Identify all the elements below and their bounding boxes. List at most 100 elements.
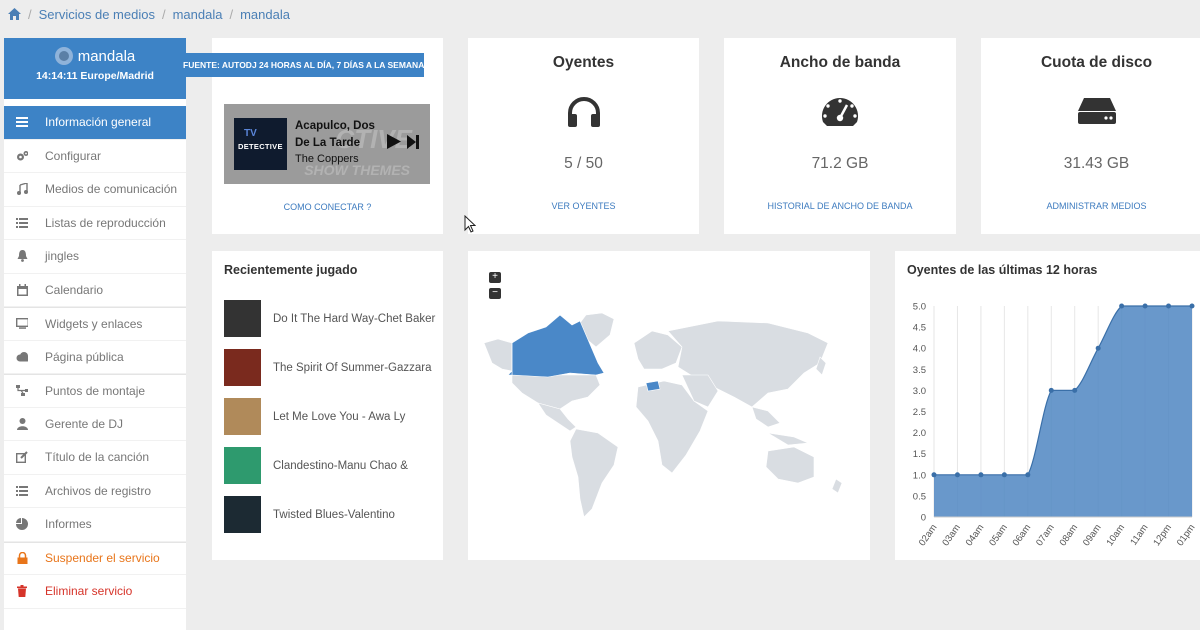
y-tick-label: 4.5 [913, 323, 926, 334]
sidebar-item-suspend[interactable]: Suspender el servicio [4, 541, 186, 575]
sidebar-item-reports[interactable]: Informes [4, 508, 186, 542]
x-tick-label: 11am [1128, 522, 1150, 547]
recently-played-card: Recientemente jugado Do It The Hard Way-… [212, 251, 443, 560]
player-widget: CTIVE SHOW THEMES TV DETECTIVE Acapulco,… [224, 104, 430, 184]
headphones-icon [567, 97, 600, 127]
track-thumbnail [224, 496, 261, 533]
sidebar-item-overview[interactable]: Información general [4, 106, 186, 140]
sidebar-item-label: Eliminar servicio [45, 584, 133, 599]
disk-quota-title: Cuota de disco [1040, 54, 1153, 71]
disk-quota-card: Cuota de disco 31.43 GB ADMINISTRAR MEDI… [981, 38, 1200, 234]
bars-icon [16, 116, 28, 128]
sidebar-item-widgets[interactable]: Widgets y enlaces [4, 307, 186, 341]
recently-played-title: Recientemente jugado [224, 263, 358, 277]
source-badge: FUENTE: AUTODJ 24 HORAS AL DÍA, 7 DÍAS A… [180, 53, 424, 77]
sidebar-item-jingles[interactable]: jingles [4, 240, 186, 274]
album-art-text: DETECTIVE [238, 142, 283, 151]
y-tick-label: 4.0 [913, 344, 926, 355]
chart-area [934, 306, 1192, 517]
sidebar-item-delete[interactable]: Eliminar servicio [4, 575, 186, 609]
gears-icon [16, 150, 28, 162]
list-item: Twisted Blues-Valentino [224, 496, 395, 533]
chart-point [1119, 303, 1125, 309]
sidebar-item-label: Gerente de DJ [45, 416, 124, 431]
chart-point [1142, 303, 1148, 309]
bandwidth-history-link[interactable]: HISTORIAL DE ANCHO DE BANDA [724, 201, 956, 211]
sidebar-item-label: Listas de reproducción [45, 215, 166, 230]
sidebar-item-public-page[interactable]: Página pública [4, 341, 186, 374]
sidebar-item-label: Archivos de registro [45, 483, 152, 498]
list-icon [16, 217, 28, 229]
track-name: Clandestino-Manu Chao & [273, 459, 408, 472]
list-icon [16, 485, 28, 497]
sidebar-item-label: jingles [45, 249, 80, 264]
sidebar-item-song-title[interactable]: Título de la canción [4, 441, 186, 475]
sidebar-item-log-files[interactable]: Archivos de registro [4, 475, 186, 508]
player-controls [387, 134, 419, 149]
sidebar-item-dj-manager[interactable]: Gerente de DJ [4, 408, 186, 441]
how-to-connect-link[interactable]: COMO CONECTAR ? [212, 202, 443, 212]
y-tick-label: 5.0 [913, 302, 926, 313]
y-tick-label: 2.0 [913, 428, 926, 439]
map-region-indonesia [767, 432, 809, 446]
list-item: Clandestino-Manu Chao & [224, 447, 408, 484]
sidebar-item-label: Título de la canción [45, 450, 150, 465]
album-art: TV DETECTIVE [234, 118, 287, 170]
y-tick-label: 3.0 [913, 386, 926, 397]
chart-point [931, 472, 937, 478]
album-art-text: TV [244, 128, 257, 139]
bandwidth-title: Ancho de banda [779, 54, 901, 71]
track-thumbnail [224, 300, 261, 337]
y-tick-label: 3.5 [913, 365, 926, 376]
sidebar-item-calendar[interactable]: Calendario [4, 274, 186, 307]
music-icon [16, 183, 28, 196]
sidebar-item-mount-points[interactable]: Puntos de montaje [4, 374, 186, 408]
bandwidth-card: Ancho de banda 71.2 GB HISTORIAL DE ANCH… [724, 38, 956, 234]
service-name: mandala [77, 47, 136, 65]
x-tick-label: 02am [917, 522, 940, 548]
list-item: Let Me Love You - Awa Ly [224, 398, 405, 435]
cloud-icon [16, 351, 28, 363]
calendar-icon [16, 283, 28, 296]
chart-point [1001, 472, 1007, 478]
now-playing-artist: The Coppers [295, 153, 359, 165]
x-tick-label: 08am [1058, 522, 1081, 548]
breadcrumb-item-service[interactable]: mandala [240, 7, 290, 22]
chart-point [1072, 387, 1078, 393]
play-icon[interactable] [387, 134, 401, 149]
map-region-southeast-asia [751, 406, 781, 428]
x-tick-label: 07am [1034, 522, 1057, 548]
listeners-value: 5 / 50 [564, 155, 603, 172]
x-tick-label: 01pm [1175, 522, 1198, 548]
manage-media-link[interactable]: ADMINISTRAR MEDIOS [981, 201, 1200, 211]
view-listeners-link[interactable]: VER OYENTES [468, 201, 699, 211]
pie-icon [16, 518, 28, 531]
mouse-cursor-icon [464, 215, 476, 233]
listeners-chart-card: Oyentes de las últimas 12 horas 0 0.5 1.0 1… [895, 251, 1200, 560]
skip-next-icon[interactable] [407, 134, 419, 149]
hdd-icon [1077, 98, 1116, 124]
x-tick-label: 05am [987, 522, 1010, 548]
sidebar-item-label: Informes [45, 517, 92, 532]
bandwidth-value: 71.2 GB [811, 155, 869, 172]
globe-icon [54, 47, 73, 65]
breadcrumb-item-account[interactable]: mandala [173, 7, 223, 22]
sidebar-item-media[interactable]: Medios de comunicación [4, 173, 186, 207]
listeners-card: Oyentes 5 / 50 VER OYENTES [468, 38, 699, 234]
track-thumbnail [224, 447, 261, 484]
sidebar-item-label: Widgets y enlaces [45, 316, 143, 331]
home-icon[interactable] [8, 8, 21, 20]
track-thumbnail [224, 398, 261, 435]
map-region-south-america [569, 428, 619, 518]
sidebar-item-playlists[interactable]: Listas de reproducción [4, 207, 186, 240]
chart-point [1166, 303, 1172, 309]
sidebar: mandala 14:14:11 Europe/Madrid Informaci… [4, 38, 186, 630]
map-region-usa [511, 374, 601, 410]
breadcrumb-item-services[interactable]: Servicios de medios [39, 7, 155, 22]
sidebar-item-configure[interactable]: Configurar [4, 140, 186, 173]
sidebar-item-label: Información general [45, 115, 152, 130]
chart-point [1048, 387, 1054, 393]
map-region-new-zealand [831, 478, 843, 494]
track-name: The Spirit Of Summer-Gazzara [273, 361, 432, 374]
trash-icon [16, 585, 28, 598]
